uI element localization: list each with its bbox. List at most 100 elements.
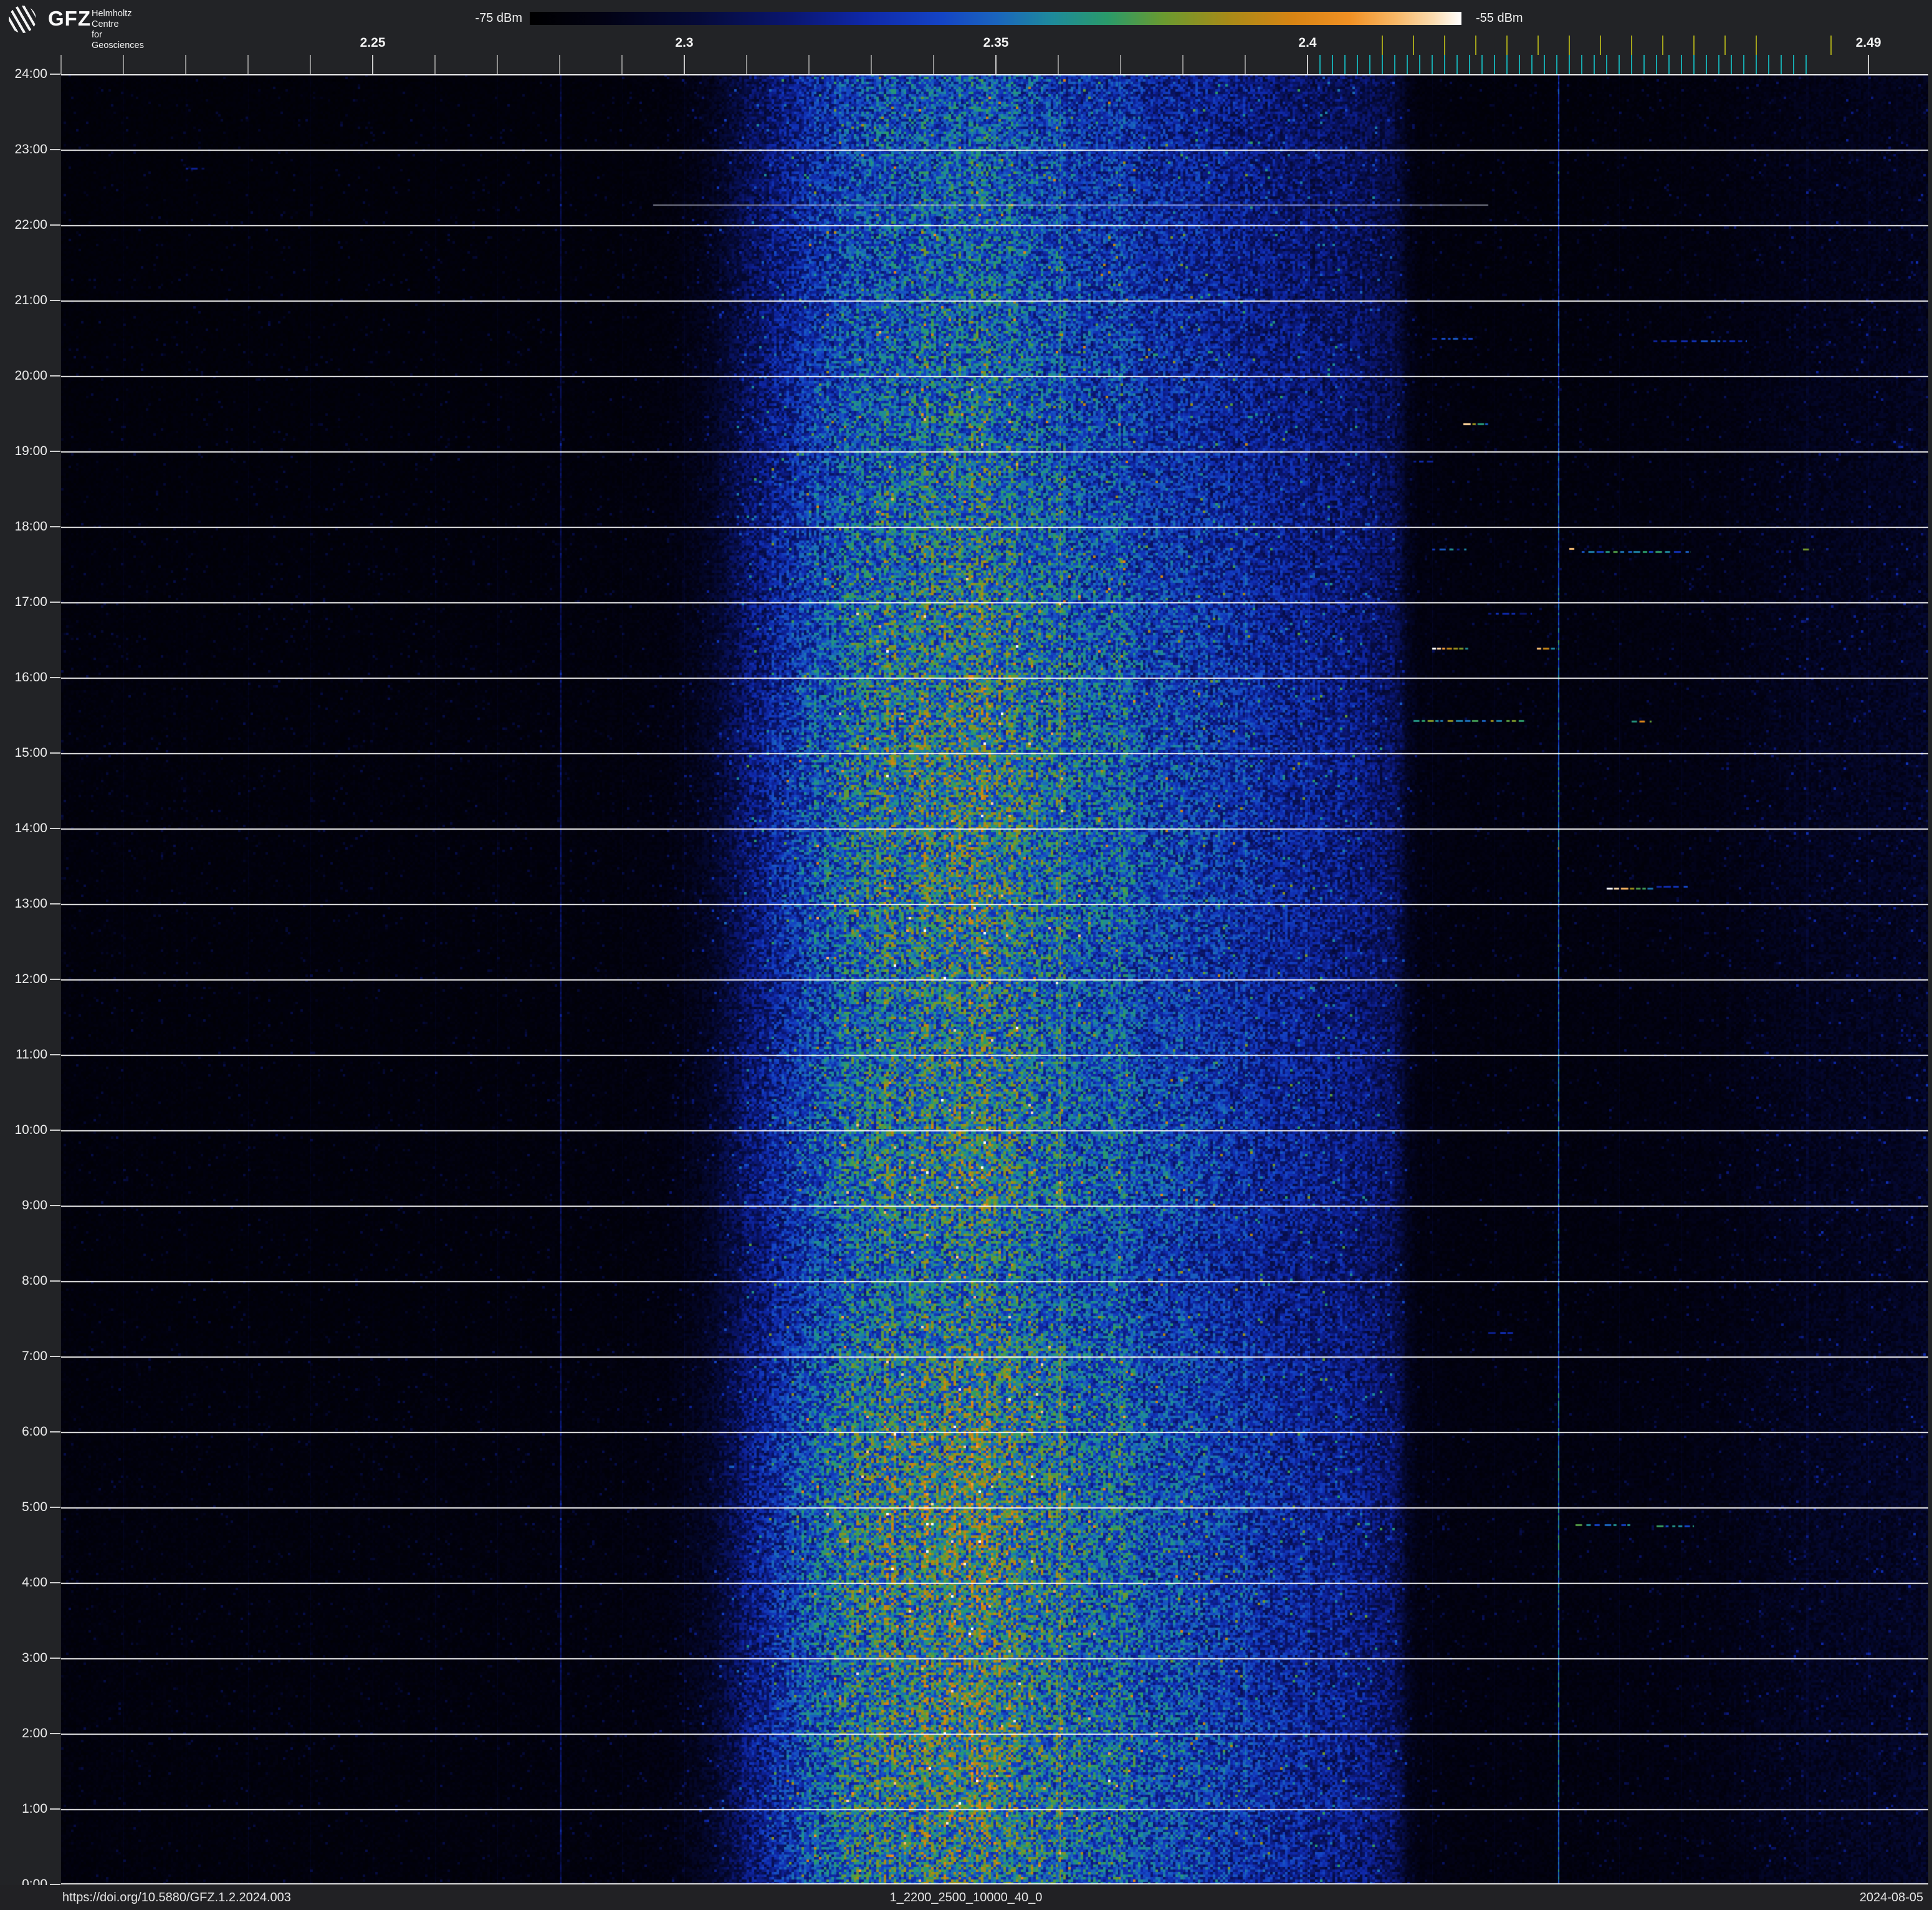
time-label: 6:00 [22,1424,47,1439]
freq-minor-tick [185,55,186,74]
ble-channel-tick [1519,55,1520,74]
freq-minor-tick [1058,55,1059,74]
time-tick [50,1507,60,1508]
ble-channel-tick [1631,55,1632,74]
freq-minor-tick [247,55,249,74]
time-label: 15:00 [14,746,47,760]
date-text: 2024-08-05 [1859,1891,1923,1904]
wifi-channel-tick [1444,36,1445,55]
time-label: 8:00 [22,1274,47,1288]
time-tick [50,677,60,678]
time-label: 2:00 [22,1726,47,1740]
freq-label: 2.35 [983,36,1009,50]
colorbar-min-label: -75 dBm [475,11,522,25]
time-tick [50,752,60,754]
ble-channel-tick [1668,55,1670,74]
ble-channel-tick [1531,55,1533,74]
ble-channel-tick [1319,55,1321,74]
freq-major-tick [995,55,997,74]
freq-major-tick [1868,55,1869,74]
wifi-channel-tick [1413,36,1414,55]
ble-channel-tick [1332,55,1333,74]
ble-channel-tick [1369,55,1370,74]
ble-channel-tick [1444,55,1445,74]
wifi-channel-tick [1693,36,1695,55]
freq-major-tick [1307,55,1308,74]
doi-text: https://doi.org/10.5880/GFZ.1.2.2024.003 [62,1891,291,1904]
time-tick [50,375,60,377]
time-label: 24:00 [14,67,47,81]
ble-channel-tick [1606,55,1607,74]
ble-channel-tick [1656,55,1657,74]
time-tick [50,526,60,527]
ble-channel-tick [1681,55,1682,74]
time-label: 21:00 [14,293,47,307]
wifi-channel-tick [1537,36,1539,55]
ble-channel-tick [1718,55,1719,74]
freq-minor-tick [621,55,623,74]
freq-minor-tick [871,55,872,74]
ble-channel-tick [1781,55,1782,74]
time-tick [50,1280,60,1282]
gfz-subtitle-line2: for Geosciences [92,30,144,50]
ble-channel-tick [1706,55,1707,74]
wifi-channel-tick [1569,36,1570,55]
wifi-channel-tick [1600,36,1601,55]
time-tick [50,828,60,829]
wifi-channel-tick [1724,36,1726,55]
time-tick [50,451,60,452]
ble-channel-tick [1569,55,1570,74]
time-label: 19:00 [14,444,47,458]
time-label: 23:00 [14,142,47,156]
wifi-channel-tick [1382,36,1383,55]
freq-major-tick [372,55,373,74]
ble-channel-tick [1544,55,1545,74]
time-label: 14:00 [14,821,47,835]
freq-label: 2.49 [1855,36,1882,50]
time-label: 10:00 [14,1123,47,1137]
freq-minor-tick [497,55,498,74]
wifi-channel-tick [1756,36,1757,55]
ble-channel-tick [1768,55,1769,74]
time-tick [50,149,60,150]
ble-channel-tick [1556,55,1557,74]
time-label: 7:00 [22,1349,47,1363]
ble-channel-tick [1419,55,1420,74]
time-tick [50,1658,60,1659]
ble-channel-tick [1643,55,1645,74]
time-tick [50,1808,60,1810]
freq-label: 2.25 [360,36,386,50]
ble-channel-tick [1805,55,1807,74]
time-label: 12:00 [14,972,47,986]
time-tick [50,1205,60,1206]
freq-minor-tick [123,55,124,74]
freq-minor-tick [808,55,810,74]
ble-channel-tick [1456,55,1458,74]
ble-channel-tick [1506,55,1508,74]
time-label: 4:00 [22,1575,47,1590]
freq-minor-tick [310,55,311,74]
time-tick [50,1431,60,1432]
ble-channel-tick [1407,55,1408,74]
ble-channel-tick [1581,55,1582,74]
freq-minor-tick [746,55,747,74]
ble-channel-tick [1494,55,1495,74]
ble-channel-tick [1481,55,1483,74]
ble-channel-tick [1619,55,1620,74]
time-tick [50,1054,60,1055]
freq-minor-tick [933,55,934,74]
time-label: 20:00 [14,368,47,383]
time-label: 16:00 [14,670,47,684]
spectrogram-canvas [61,74,1928,1884]
time-label: 22:00 [14,218,47,232]
time-tick [50,1356,60,1357]
colorbar-gradient [530,12,1461,25]
spectrogram-figure: GFZ Helmholtz Centre for Geosciences -75… [0,0,1932,1910]
freq-minor-tick [1120,55,1121,74]
ble-channel-tick [1432,55,1433,74]
time-tick [50,602,60,603]
time-label: 17:00 [14,595,47,609]
ble-channel-tick [1731,55,1732,74]
dataset-name: 1_2200_2500_10000_40_0 [889,1891,1043,1904]
colorbar-max-label: -55 dBm [1476,11,1523,25]
